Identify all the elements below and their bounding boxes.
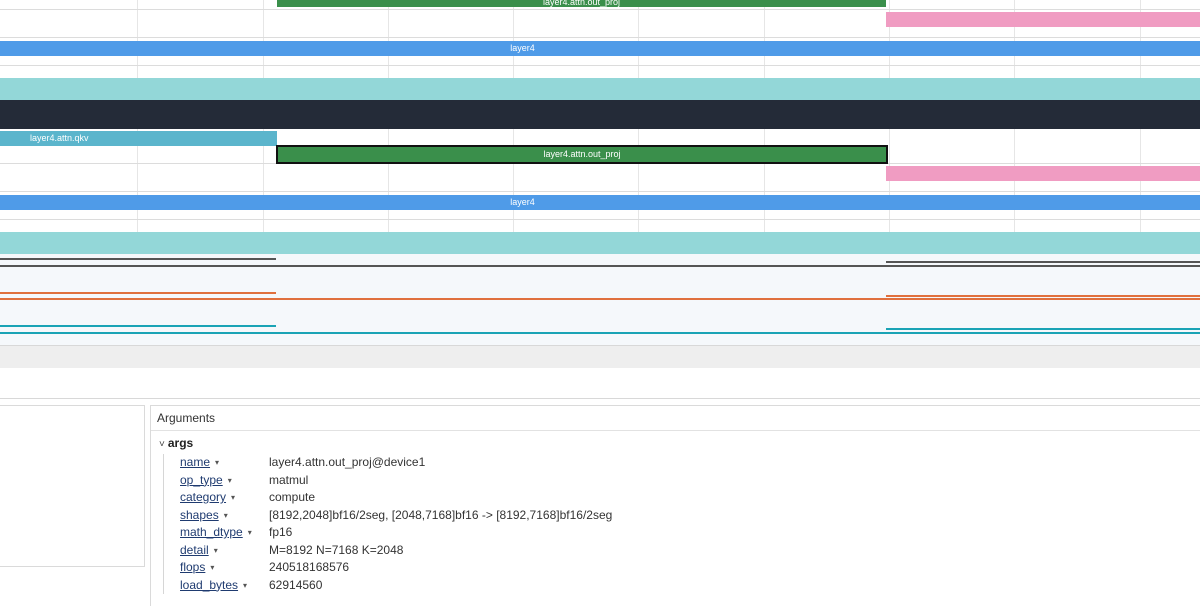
arg-row-detail: detail ▾ M=8192 N=7168 K=2048 <box>180 542 1080 560</box>
arg-value: fp16 <box>269 525 293 539</box>
slice-out-proj-top[interactable]: layer4.attn.out_proj <box>277 0 886 7</box>
arg-key-label: flops <box>180 560 206 574</box>
arg-key-name[interactable]: name ▾ <box>180 454 219 472</box>
arg-key-label: math_dtype <box>180 525 243 539</box>
track-separator <box>0 37 1200 38</box>
slice-pink-lower[interactable] <box>886 166 1200 181</box>
arg-key-label: shapes <box>180 507 219 522</box>
details-left-panel <box>0 405 145 567</box>
arg-value: M=8192 N=7168 K=2048 <box>269 542 404 557</box>
arg-key-math-dtype[interactable]: math_dtype ▾ <box>180 524 252 542</box>
slice-out-proj-selected[interactable]: layer4.attn.out_proj <box>276 145 888 164</box>
arg-row-op-type: op_type ▾ matmul <box>180 472 1080 490</box>
arg-row-math-dtype: math_dtype ▾ fp16 <box>180 524 1080 542</box>
arg-row-category: category ▾ compute <box>180 489 1080 507</box>
args-list: name ▾ layer4.attn.out_proj@device1 op_ty… <box>163 454 1080 594</box>
arg-key-shapes[interactable]: shapes ▾ <box>180 507 228 525</box>
trace-timeline[interactable]: layer4.attn.out_proj layer4 layer4.attn.… <box>0 0 1200 370</box>
counter-line-cyan <box>0 332 1200 334</box>
arg-value: 62914560 <box>269 577 323 592</box>
arguments-title: Arguments <box>151 406 1200 431</box>
counter-line-cyan <box>886 328 1200 330</box>
counter-line-cyan <box>0 325 276 327</box>
track-band-dark[interactable] <box>0 100 1200 129</box>
chevron-down-icon: ▾ <box>215 458 220 467</box>
slice-label: layer4 <box>510 43 535 53</box>
chevron-down-icon: ▾ <box>227 475 232 485</box>
chevron-down-icon: ▾ <box>243 580 248 590</box>
slice-layer4-top[interactable]: layer4 <box>0 41 1200 56</box>
slice-layer4-lower[interactable]: layer4 <box>0 195 1200 210</box>
arg-row-name: name ▾ layer4.attn.out_proj@device1 <box>180 454 1080 472</box>
arg-key-op-type[interactable]: op_type ▾ <box>180 472 232 490</box>
track-separator <box>0 219 1200 220</box>
args-group-label: args <box>167 436 194 450</box>
arg-key-label: load_bytes <box>180 577 239 592</box>
slice-pink-top[interactable] <box>886 12 1200 27</box>
arg-value: [8192,2048]bf16/2seg, [2048,7168]bf16 ->… <box>269 507 613 522</box>
chevron-down-icon: ▾ <box>210 563 215 572</box>
counter-line-orange <box>0 292 276 294</box>
arg-row-flops: flops ▾ 240518168576 <box>180 559 1080 577</box>
chevron-down-icon: ▾ <box>213 545 218 555</box>
arg-key-label: name <box>180 455 211 469</box>
track-band-teal[interactable] <box>0 78 1200 100</box>
arg-key-load-bytes[interactable]: load_bytes ▾ <box>180 577 247 595</box>
slice-label: layer4.attn.out_proj <box>542 0 621 7</box>
chevron-down-icon: ▾ <box>247 528 252 537</box>
arg-key-label: category <box>180 490 227 504</box>
chevron-down-icon: ▾ <box>231 493 236 502</box>
arg-row-shapes: shapes ▾ [8192,2048]bf16/2seg, [2048,7168… <box>180 507 1080 525</box>
counter-line-gray <box>0 265 1200 267</box>
arg-value: layer4.attn.out_proj@device1 <box>269 455 426 469</box>
arguments-panel: Arguments ˅ args name ▾ layer4.attn.out_pr… <box>150 405 1200 606</box>
arg-key-label: detail <box>180 542 209 557</box>
arg-key-detail[interactable]: detail ▾ <box>180 542 218 560</box>
arg-key-label: op_type <box>180 472 223 487</box>
counter-line-gray <box>0 258 276 260</box>
chevron-down-icon: ˅ <box>159 439 165 450</box>
counter-line-gray <box>886 261 1200 263</box>
args-group-toggle[interactable]: ˅ args <box>159 436 193 450</box>
chevron-down-icon: ▾ <box>223 510 228 520</box>
slice-qkv[interactable]: layer4.attn.qkv <box>0 131 277 146</box>
arg-key-category[interactable]: category ▾ <box>180 489 235 507</box>
track-separator <box>0 65 1200 66</box>
arg-row-load-bytes: load_bytes ▾ 62914560 <box>180 577 1080 595</box>
track-band-teal-lower[interactable] <box>0 232 1200 254</box>
counter-line-orange <box>886 295 1200 297</box>
slice-label: layer4.attn.qkv <box>30 133 89 143</box>
arg-key-flops[interactable]: flops ▾ <box>180 559 214 577</box>
slice-label: layer4.attn.out_proj <box>543 149 621 159</box>
arg-value: compute <box>269 490 316 504</box>
timeline-scrollbar[interactable] <box>0 345 1200 368</box>
arg-value: matmul <box>269 472 309 487</box>
slice-label: layer4 <box>510 197 535 207</box>
details-area: Arguments ˅ args name ▾ layer4.attn.out_pr… <box>0 398 1200 606</box>
arg-value: 240518168576 <box>269 560 350 574</box>
track-separator <box>0 9 1200 10</box>
counter-line-orange <box>0 298 1200 300</box>
track-separator <box>0 191 1200 192</box>
